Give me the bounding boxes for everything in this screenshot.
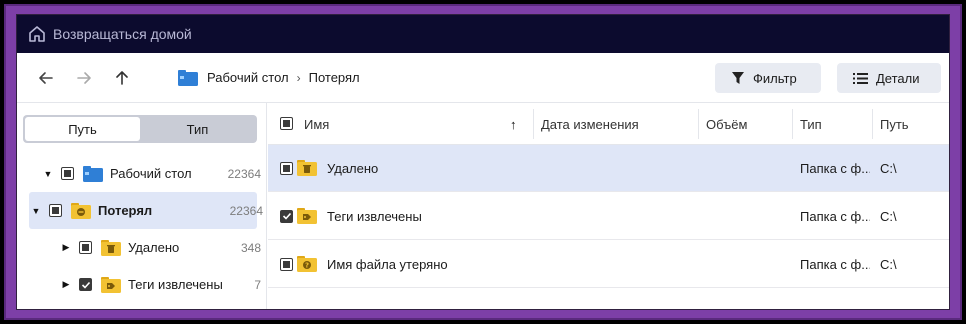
- left-pane: Путь Тип ▼ Рабочий стол 22364 ▼ Потерял …: [17, 103, 267, 309]
- forward-button[interactable]: [69, 63, 99, 93]
- column-header-name[interactable]: Имя: [304, 103, 329, 145]
- tree-item-count: 22364: [229, 203, 263, 218]
- svg-text:?: ?: [305, 262, 309, 270]
- tree-item-count: 348: [240, 240, 261, 255]
- sort-arrow-up-icon[interactable]: ↑: [510, 103, 517, 145]
- arrow-right-icon: [77, 71, 91, 84]
- tree-item-desktop[interactable]: ▼ Рабочий стол 22364: [17, 155, 267, 192]
- table-row[interactable]: ? Имя файла утеряно Папка с ф... C:\: [268, 241, 949, 288]
- row-path: C:\: [880, 160, 897, 176]
- chevron-right-icon: ›: [296, 70, 301, 85]
- app-window: Возвращаться домой Рабочий стол › Потеря…: [16, 14, 950, 310]
- unknown-folder-icon: ?: [297, 256, 317, 272]
- row-path: C:\: [880, 208, 897, 224]
- row-type: Папка с ф...: [800, 208, 870, 224]
- breadcrumb-item-lost[interactable]: Потерял: [309, 70, 360, 85]
- check-icon: [282, 212, 291, 220]
- tree-item-label: Рабочий стол: [110, 166, 192, 181]
- tab-path[interactable]: Путь: [25, 117, 140, 141]
- caret-right-icon[interactable]: ▶: [61, 242, 71, 253]
- lost-folder-icon: [71, 202, 91, 219]
- tree-item-label: Удалено: [128, 240, 180, 255]
- column-header-size[interactable]: Объём: [706, 103, 747, 145]
- table-row[interactable]: Удалено Папка с ф... C:\: [268, 145, 949, 192]
- home-icon[interactable]: [27, 24, 47, 44]
- back-button[interactable]: [31, 63, 61, 93]
- file-list-pane: Имя ↑ Дата изменения Объём Тип Путь Удал…: [268, 103, 949, 309]
- row-type: Папка с ф...: [800, 256, 870, 272]
- breadcrumb-item-desktop[interactable]: Рабочий стол: [207, 70, 289, 85]
- tab-type[interactable]: Тип: [140, 117, 255, 141]
- caret-down-icon[interactable]: ▼: [43, 169, 53, 179]
- table-header: Имя ↑ Дата изменения Объём Тип Путь: [268, 103, 949, 145]
- list-icon: [853, 72, 868, 85]
- row-path: C:\: [880, 256, 897, 272]
- row-type: Папка с ф...: [800, 160, 870, 176]
- column-header-type[interactable]: Тип: [800, 103, 822, 145]
- column-divider[interactable]: [792, 109, 793, 139]
- column-header-path[interactable]: Путь: [880, 103, 909, 145]
- check-icon: [81, 281, 90, 289]
- tree-item-label: Потерял: [98, 203, 153, 218]
- column-divider[interactable]: [698, 109, 699, 139]
- tags-folder-icon: [297, 208, 317, 224]
- tree-item-label: Теги извлечены: [128, 277, 223, 292]
- select-all-checkbox[interactable]: [280, 117, 293, 130]
- filter-icon: [731, 71, 745, 85]
- top-bar: Возвращаться домой: [17, 15, 949, 53]
- column-header-date[interactable]: Дата изменения: [541, 103, 639, 145]
- view-segmented-control: Путь Тип: [23, 115, 257, 143]
- arrow-up-icon: [116, 70, 128, 85]
- caret-down-icon[interactable]: ▼: [31, 206, 41, 216]
- details-button[interactable]: Детали: [837, 63, 941, 93]
- up-button[interactable]: [107, 63, 137, 93]
- tree-item-lost[interactable]: ▼ Потерял 22364: [29, 192, 263, 229]
- filter-button[interactable]: Фильтр: [715, 63, 821, 93]
- home-link[interactable]: Возвращаться домой: [53, 26, 192, 42]
- table-row[interactable]: Теги извлечены Папка с ф... C:\: [268, 193, 949, 240]
- tree-item-deleted[interactable]: ▶ Удалено 348: [17, 229, 267, 266]
- deleted-folder-icon: [297, 160, 317, 176]
- details-label: Детали: [876, 70, 920, 86]
- row-checkbox[interactable]: [280, 161, 293, 175]
- tree-item-tags[interactable]: ▶ Теги извлечены 7: [17, 266, 267, 303]
- folder-tree: ▼ Рабочий стол 22364 ▼ Потерял 22364 ▶ У…: [17, 155, 267, 303]
- row-name: Теги извлечены: [327, 208, 422, 224]
- row-name: Удалено: [327, 160, 379, 176]
- tree-checkbox[interactable]: [79, 278, 92, 291]
- row-name: Имя файла утеряно: [327, 256, 448, 272]
- tree-item-count: 22364: [227, 166, 261, 181]
- tree-checkbox[interactable]: [79, 241, 92, 254]
- desktop-folder-icon: [83, 165, 103, 182]
- column-divider[interactable]: [872, 109, 873, 139]
- frame-border: Возвращаться домой Рабочий стол › Потеря…: [4, 4, 962, 320]
- arrow-left-icon: [39, 71, 53, 84]
- tree-item-count: 7: [254, 277, 261, 292]
- tree-checkbox[interactable]: [61, 167, 74, 180]
- filter-label: Фильтр: [753, 70, 797, 86]
- toolbar: Рабочий стол › Потерял Фильтр Детали: [17, 53, 949, 103]
- caret-right-icon[interactable]: ▶: [61, 279, 71, 290]
- column-divider[interactable]: [533, 109, 534, 139]
- tree-checkbox[interactable]: [49, 204, 62, 217]
- row-checkbox[interactable]: [280, 209, 293, 223]
- tags-folder-icon: [101, 276, 121, 293]
- breadcrumb: Рабочий стол › Потерял: [177, 69, 360, 87]
- desktop-folder-icon: [178, 69, 198, 86]
- outer-frame: Возвращаться домой Рабочий стол › Потеря…: [0, 0, 966, 324]
- deleted-folder-icon: [101, 239, 121, 256]
- row-checkbox[interactable]: [280, 257, 293, 271]
